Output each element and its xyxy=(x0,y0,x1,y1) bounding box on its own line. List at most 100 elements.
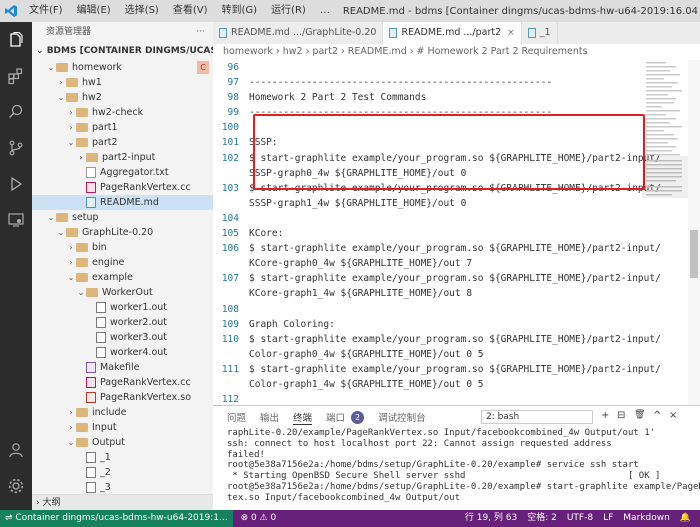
tree-file[interactable]: worker1.out xyxy=(32,300,213,315)
chevron-down-icon: ⌄ xyxy=(67,273,75,282)
problems-count[interactable]: ⊗ 0 ⚠ 0 xyxy=(233,510,277,527)
terminal-line: * Starting OpenBSD Secure Shell server s… xyxy=(227,471,661,482)
editor-tab[interactable]: README.md .../GraphLite-0.20 xyxy=(213,22,384,44)
tree-file[interactable]: worker4.out xyxy=(32,345,213,360)
tree-folder[interactable]: ⌄ part2 xyxy=(32,135,213,150)
editor-scrollbar[interactable] xyxy=(688,60,700,405)
menu-item[interactable]: 转到(G) xyxy=(215,0,265,22)
tree-folder[interactable]: ⌄ Output xyxy=(32,435,213,450)
files-icon xyxy=(10,31,23,47)
source-control-button[interactable] xyxy=(0,130,32,166)
scrollbar-thumb[interactable] xyxy=(690,230,698,278)
remote-explorer-button[interactable] xyxy=(0,202,32,238)
tree-folder[interactable]: › part2-input xyxy=(32,150,213,165)
terminal-select[interactable]: 2: bash xyxy=(481,410,593,424)
kill-terminal-button[interactable]: 🗑 xyxy=(634,410,645,420)
extensions-button[interactable] xyxy=(0,58,32,94)
manage-button[interactable] xyxy=(0,468,32,504)
tree-file[interactable]: worker2.out xyxy=(32,315,213,330)
panel-tab[interactable]: 问题 xyxy=(227,410,246,424)
tree-file[interactable]: _3 xyxy=(32,480,213,495)
code-text: KCore-graph0_4w ${GRAPHLITE_HOME}/out 7 xyxy=(249,258,473,270)
panel-tab[interactable]: 调试控制台 xyxy=(378,410,426,424)
tree-file[interactable]: PageRankVertex.so xyxy=(32,390,213,405)
menu-item[interactable]: … xyxy=(313,0,337,22)
tree-label: worker2.out xyxy=(110,317,168,328)
maximize-panel-button[interactable]: ^ xyxy=(653,410,661,421)
tree-folder[interactable]: ⌄ setup xyxy=(32,210,213,225)
line-number: 111 xyxy=(221,363,239,375)
tree-folder[interactable]: › engine xyxy=(32,255,213,270)
tree-folder[interactable]: › Input xyxy=(32,420,213,435)
tree-label: _2 xyxy=(100,467,111,478)
panel-tab[interactable]: 端口 xyxy=(326,410,345,424)
bell-icon[interactable]: 🔔 xyxy=(675,510,696,527)
tree-file[interactable]: _2 xyxy=(32,465,213,480)
close-tab-button[interactable]: × xyxy=(507,22,515,44)
tree-folder[interactable]: › part1 xyxy=(32,120,213,135)
search-button[interactable] xyxy=(0,94,32,130)
editor-tab[interactable]: _1 xyxy=(522,22,558,44)
tab-label: _1 xyxy=(539,27,551,38)
tree-label: setup xyxy=(72,212,99,223)
indentation[interactable]: 空格: 2 xyxy=(522,510,562,527)
code-line: 97 --------------------------------------… xyxy=(213,75,688,90)
menu-item[interactable]: 查看(V) xyxy=(166,0,215,22)
tree-folder[interactable]: ⌄ homework C xyxy=(32,60,213,75)
menu-item[interactable]: 选择(S) xyxy=(118,0,166,22)
minimap[interactable] xyxy=(642,60,688,405)
split-terminal-button[interactable]: ⊟ xyxy=(617,410,625,421)
tree-label: hw1 xyxy=(82,77,102,88)
code-text: $ start-graphlite example/your_program.s… xyxy=(249,363,661,375)
tree-folder[interactable]: › include xyxy=(32,405,213,420)
editor-tabs: README.md .../GraphLite-0.20 README.md ..… xyxy=(213,22,700,44)
menu-item[interactable]: 编辑(E) xyxy=(70,0,118,22)
terminal-output[interactable]: raphLite-0.20/example/PageRankVertex.so … xyxy=(213,428,700,504)
workspace-section[interactable]: ⌄ BDMS [CONTAINER DINGMS/UCAS-BDMS-H... xyxy=(32,42,213,60)
tree-folder[interactable]: ⌄ example xyxy=(32,270,213,285)
markdown-file-icon xyxy=(389,28,398,38)
language-mode[interactable]: Markdown xyxy=(618,510,674,527)
tree-file[interactable]: _1 xyxy=(32,450,213,465)
menu-item[interactable]: 运行(R) xyxy=(264,0,313,22)
code-editor[interactable]: 96 97 ------------------------------------… xyxy=(213,60,688,405)
tree-file[interactable]: Makefile xyxy=(32,360,213,375)
line-ending[interactable]: LF xyxy=(598,510,618,527)
tree-folder[interactable]: › hw2-check xyxy=(32,105,213,120)
gear-icon xyxy=(8,478,24,494)
code-line: 101 SSSP: xyxy=(213,135,688,150)
tree-folder[interactable]: ⌄ WorkerOut xyxy=(32,285,213,300)
tree-folder[interactable]: ⌄ hw2 xyxy=(32,90,213,105)
folder-icon xyxy=(76,108,88,117)
remote-indicator[interactable]: ⇌ Container dingms/ucas-bdms-hw-u64-2019… xyxy=(0,510,233,527)
tree-file[interactable]: PageRankVertex.cc xyxy=(32,375,213,390)
menu-item[interactable]: 文件(F) xyxy=(22,0,70,22)
tree-file[interactable]: Aggregator.txt xyxy=(32,165,213,180)
editor-tab[interactable]: README.md .../part2 × xyxy=(383,22,522,44)
tree-file[interactable]: worker3.out xyxy=(32,330,213,345)
code-line: 103 $ start-graphlite example/your_progra… xyxy=(213,181,688,196)
explorer-button[interactable] xyxy=(0,22,32,58)
close-panel-button[interactable]: × xyxy=(669,410,677,421)
tree-folder[interactable]: › hw1 xyxy=(32,75,213,90)
encoding[interactable]: UTF-8 xyxy=(562,510,598,527)
account-button[interactable] xyxy=(0,432,32,468)
chevron-right-icon: › xyxy=(59,78,63,87)
tree-folder[interactable]: ⌄ GraphLite-0.20 xyxy=(32,225,213,240)
tree-file[interactable]: README.md xyxy=(32,195,213,210)
breadcrumb[interactable]: homework › hw2 › part2 › README.md › # H… xyxy=(213,44,700,60)
folder-icon xyxy=(66,93,78,102)
new-terminal-button[interactable]: + xyxy=(601,410,609,421)
outline-section[interactable]: › 大纲 xyxy=(32,494,213,510)
tree-folder[interactable]: › bin xyxy=(32,240,213,255)
folder-icon xyxy=(56,63,68,72)
panel-tab[interactable]: 终端 xyxy=(293,410,313,425)
cursor-position[interactable]: 行 19, 列 63 xyxy=(460,510,522,527)
more-actions-button[interactable]: ··· xyxy=(196,22,205,42)
run-debug-button[interactable] xyxy=(0,166,32,202)
panel-tab[interactable]: 输出 xyxy=(260,410,279,424)
tree-label: PageRankVertex.cc xyxy=(100,377,191,388)
line-number: 101 xyxy=(221,137,239,149)
code-line: 99 --------------------------------------… xyxy=(213,105,688,120)
tree-file[interactable]: PageRankVertex.cc xyxy=(32,180,213,195)
